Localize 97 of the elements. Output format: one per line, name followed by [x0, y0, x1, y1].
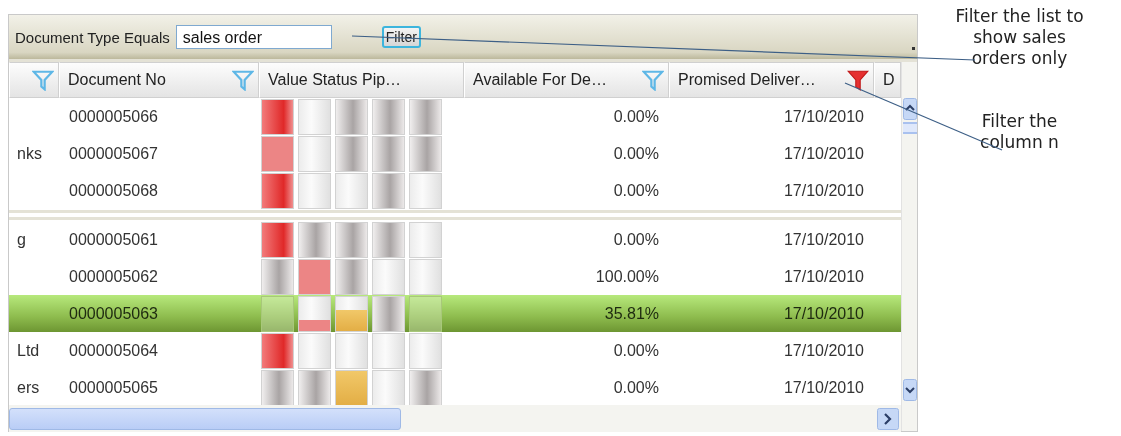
table-cell: 0000005061	[69, 230, 158, 248]
table-cell: 0.00%	[613, 341, 659, 359]
status-stage	[335, 258, 368, 295]
table-cell: 17/10/2010	[783, 304, 864, 322]
table-cell: 17/10/2010	[783, 181, 864, 199]
column-header[interactable]: D	[874, 62, 901, 98]
table-cell: 0000005066	[69, 107, 158, 125]
status-stage	[409, 98, 442, 135]
status-stage	[261, 135, 294, 172]
status-stage	[298, 172, 331, 209]
table-cell: 17/10/2010	[783, 267, 864, 285]
status-stage	[372, 172, 405, 209]
column-header[interactable]: Available For De…	[464, 62, 669, 98]
status-stage	[372, 332, 405, 369]
column-header[interactable]: Document No	[59, 62, 259, 98]
status-stage	[298, 332, 331, 369]
status-stage	[372, 369, 405, 405]
table-row[interactable]: 0000005066 0.00% 17/10/2010	[9, 98, 901, 135]
filter-label: Document Type Equals	[15, 28, 170, 46]
table-cell: 0000005067	[69, 144, 158, 162]
table-cell: 35.81%	[604, 304, 659, 322]
document-type-field[interactable]: sales order	[175, 25, 332, 49]
status-stage	[298, 258, 331, 295]
scroll-right-icon[interactable]	[877, 407, 899, 430]
status-stage	[409, 332, 442, 369]
table-cell: 100.00%	[595, 267, 659, 285]
table-row[interactable]: 0000005062 100.00% 17/10/2010	[9, 258, 901, 295]
table-cell: 17/10/2010	[783, 230, 864, 248]
status-stage	[335, 369, 368, 405]
status-stage	[335, 332, 368, 369]
table-cell: 0.00%	[613, 230, 659, 248]
callout-text: Filter the list to show sales orders only	[954, 6, 1085, 69]
scroll-down-icon[interactable]	[902, 379, 917, 401]
status-stage	[261, 98, 294, 135]
table-row[interactable]: Ltd 0000005064 0.00% 17/10/2010	[9, 332, 901, 369]
status-stage	[409, 135, 442, 172]
table-cell: 17/10/2010	[783, 378, 864, 396]
status-stage	[298, 135, 331, 172]
status-stage	[261, 221, 294, 258]
status-stage	[261, 332, 294, 369]
status-stage	[261, 295, 294, 332]
table-cell: 0000005064	[69, 341, 158, 359]
status-stage	[298, 369, 331, 405]
vertical-scrollbar[interactable]	[901, 62, 917, 431]
status-stage	[409, 258, 442, 295]
status-stage	[261, 258, 294, 295]
column-title: Promised Deliver…	[678, 71, 816, 89]
table-cell: 17/10/2010	[783, 144, 864, 162]
scroll-thumb[interactable]	[9, 407, 401, 430]
column-header[interactable]: Value Status Pip…	[259, 62, 464, 98]
table-row[interactable]: g 0000005061 0.00% 17/10/2010	[9, 221, 901, 258]
status-stage	[372, 221, 405, 258]
column-header[interactable]	[9, 62, 59, 98]
column-title: D	[883, 71, 895, 89]
table-cell: 0000005063	[69, 304, 158, 322]
status-stage	[335, 98, 368, 135]
callout-text: Filter the column n	[979, 111, 1060, 153]
horizontal-scrollbar[interactable]	[9, 405, 901, 432]
column-title: Available For De…	[473, 71, 607, 89]
status-stage	[335, 172, 368, 209]
table-row[interactable]: ers 0000005065 0.00% 17/10/2010	[9, 369, 901, 405]
status-stage	[335, 135, 368, 172]
status-stage	[409, 221, 442, 258]
column-header[interactable]: Promised Deliver…	[669, 62, 874, 98]
status-stage	[409, 295, 442, 332]
table-cell: 0.00%	[613, 144, 659, 162]
table-cell: ers	[17, 378, 40, 396]
status-stage	[298, 98, 331, 135]
table-row[interactable]: 0000005068 0.00% 17/10/2010	[9, 172, 901, 209]
table-cell: 0000005068	[69, 181, 158, 199]
status-stage	[372, 258, 405, 295]
status-stage	[372, 98, 405, 135]
status-stage	[335, 221, 368, 258]
scroll-thumb[interactable]	[902, 122, 917, 134]
table-cell: 0000005062	[69, 267, 158, 285]
status-stage	[409, 369, 442, 405]
table-row[interactable]: 0000005063 35.81% 17/10/2010	[9, 295, 901, 332]
table-cell: 17/10/2010	[783, 107, 864, 125]
status-stage	[409, 172, 442, 209]
status-stage	[261, 172, 294, 209]
column-title: Document No	[68, 71, 166, 89]
table-cell: 0.00%	[613, 378, 659, 396]
table-cell: Ltd	[17, 341, 40, 359]
scroll-up-icon[interactable]	[902, 98, 917, 120]
status-stage	[298, 221, 331, 258]
table-cell: 0000005065	[69, 378, 158, 396]
table-cell: g	[17, 230, 26, 248]
status-stage	[261, 369, 294, 405]
table-cell: nks	[17, 144, 42, 162]
table-cell: 0.00%	[613, 107, 659, 125]
table-cell: 17/10/2010	[783, 341, 864, 359]
column-title: Value Status Pip…	[268, 71, 402, 89]
filter-icon[interactable]	[847, 69, 869, 91]
status-stage	[372, 295, 405, 332]
status-stage	[372, 135, 405, 172]
table-cell: 0.00%	[613, 181, 659, 199]
table-row[interactable]: nks 0000005067 0.00% 17/10/2010	[9, 135, 901, 172]
